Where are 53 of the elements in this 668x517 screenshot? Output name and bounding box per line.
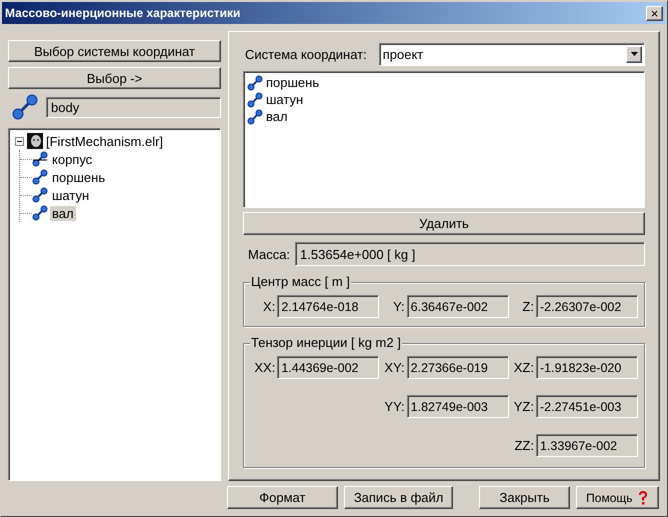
model-icon	[27, 133, 43, 149]
tree-item[interactable]: корпус	[50, 152, 94, 166]
value-field: -2.27451e-003	[536, 395, 638, 418]
collapse-toggle[interactable]	[15, 136, 24, 146]
mass-field: 1.53654e+000 [ kg ]	[295, 242, 645, 266]
select-button[interactable]: Выбор ->	[8, 67, 221, 89]
list-item[interactable]: вал	[266, 109, 288, 124]
coordinate-system-label: Система координат:	[245, 46, 367, 62]
mass-label: Масса:	[248, 246, 290, 262]
footer-button[interactable]: Закрыть	[479, 486, 570, 509]
group-title: Центр масс [ m ]	[250, 274, 351, 289]
value-field: 2.27366e-019	[406, 356, 509, 379]
list-item[interactable]: шатун	[266, 92, 304, 107]
coordinate-system-button[interactable]: Выбор системы координат	[8, 40, 221, 62]
value-field: 2.14764e-018	[277, 295, 380, 318]
tree-item[interactable]: шатун	[50, 188, 92, 202]
help-button[interactable]: Помощь	[576, 486, 659, 509]
link-icon	[32, 169, 48, 185]
value-field: 1.82749e-003	[406, 395, 509, 418]
tree-root-label[interactable]: [FirstMechanism.elr]	[46, 134, 164, 148]
tree-item[interactable]: вал	[50, 206, 76, 220]
coordinate-system-dropdown[interactable]: проект	[378, 42, 645, 66]
axis-label: X:	[263, 299, 276, 314]
component-label: ZZ:	[514, 438, 534, 453]
delete-button[interactable]: Удалить	[243, 212, 645, 235]
close-button[interactable]: ×	[646, 6, 663, 20]
link-icon	[32, 187, 48, 203]
value-field: -1.91823e-020	[536, 356, 638, 379]
body-field: body	[46, 96, 221, 118]
window-title: Массово-инерционные характеристики	[5, 6, 240, 20]
component-label: XX:	[254, 360, 276, 375]
link-icon	[247, 74, 263, 90]
question-mark-icon	[636, 490, 648, 506]
link-icon	[32, 205, 48, 221]
value-field: 1.44369e-002	[277, 356, 380, 379]
component-label: YZ:	[514, 399, 534, 414]
value-field: 6.36467e-002	[406, 295, 509, 318]
component-label: XY:	[384, 360, 405, 375]
footer-button[interactable]: Формат	[227, 486, 338, 509]
footer-button[interactable]: Запись в файл	[344, 486, 454, 509]
value-field: 1.33967e-002	[536, 434, 638, 457]
link-icon	[247, 92, 263, 108]
component-label: YY:	[384, 399, 405, 414]
grounded-link-icon	[32, 151, 48, 167]
value-field: -2.26307e-002	[536, 295, 638, 318]
axis-label: Z:	[522, 299, 534, 314]
axis-label: Y:	[393, 299, 405, 314]
group-title: Тензор инерции [ kg m2 ]	[250, 335, 402, 350]
component-label: XZ:	[514, 360, 534, 375]
tree-item[interactable]: поршень	[50, 170, 108, 184]
list-item[interactable]: поршень	[266, 75, 320, 90]
link-icon	[247, 108, 263, 124]
link-icon	[12, 94, 38, 120]
